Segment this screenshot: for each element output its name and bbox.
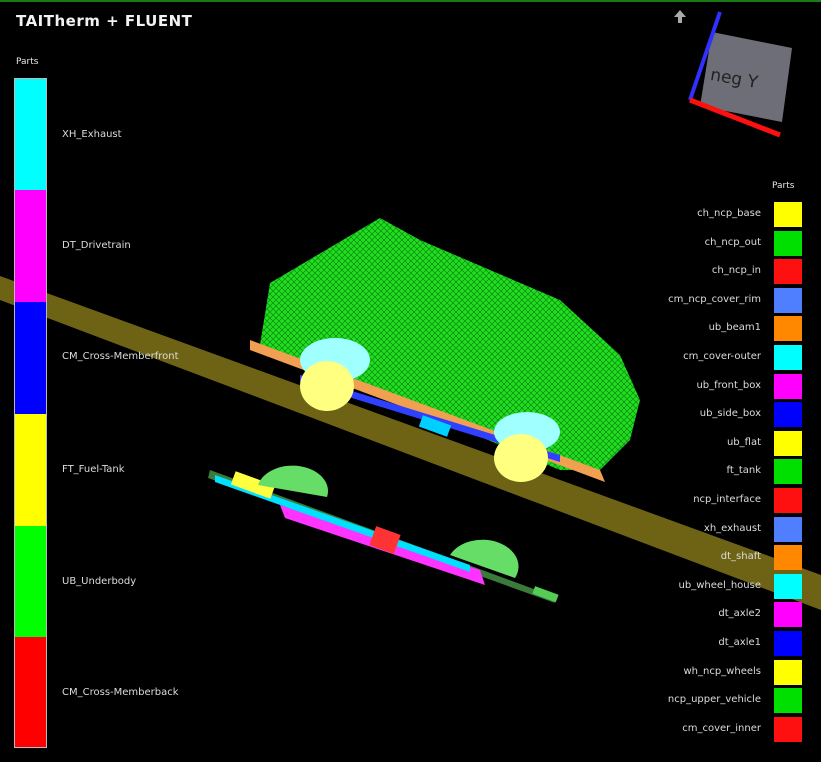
legend-label: ch_ncp_in — [711, 265, 761, 277]
legend-row: ub_side_box — [600, 400, 805, 429]
legend-row: ub_beam1 — [600, 314, 805, 343]
left-legend-title: Parts — [16, 57, 39, 67]
legend-row: ch_ncp_base — [600, 200, 805, 229]
legend-label: ub_flat — [726, 436, 761, 448]
legend-label: dt_shaft — [720, 551, 761, 563]
legend-swatch — [774, 202, 802, 227]
legend-swatch — [774, 287, 802, 313]
legend-swatch — [774, 430, 802, 456]
legend-label: ncp_upper_vehicle — [667, 694, 761, 706]
legend-label: cm_cover-outer — [683, 351, 761, 362]
legend-label: wh_ncp_wheels — [683, 665, 761, 677]
legend-label: ub_front_box — [696, 379, 761, 391]
legend-swatch — [774, 345, 802, 370]
legend-label: xh_exhaust — [703, 522, 761, 534]
legend-swatch — [774, 573, 802, 599]
legend-label: CM_Cross-Memberback — [62, 687, 179, 698]
legend-row: ub_front_box — [600, 372, 805, 401]
legend-swatch — [15, 190, 46, 302]
legend-row: cm_cover_inner — [600, 715, 805, 744]
legend-swatch — [774, 402, 802, 428]
legend-label: UB_Underbody — [62, 576, 137, 587]
legend-row: ch_ncp_in — [600, 257, 805, 286]
legend-label: cm_cover_inner — [682, 722, 761, 734]
legend-label: ncp_interface — [693, 494, 761, 505]
legend-swatch — [15, 526, 46, 637]
legend-label: CM_Cross-Memberfront — [62, 351, 179, 362]
wheel-rear — [494, 434, 548, 482]
home-icon — [674, 10, 686, 23]
legend-swatch — [774, 631, 802, 656]
legend-row: ub_wheel_house — [600, 572, 805, 601]
legend-swatch — [774, 516, 802, 542]
legend-label: cm_ncp_cover_rim — [668, 293, 761, 305]
legend-swatch — [774, 602, 802, 628]
legend-label: ub_side_box — [699, 408, 761, 420]
legend-swatch — [15, 414, 46, 526]
legend-swatch — [774, 459, 802, 485]
legend-label: ub_beam1 — [708, 322, 761, 334]
legend-row: xh_exhaust — [600, 515, 805, 544]
legend-row: dt_shaft — [600, 543, 805, 572]
legend-swatch — [15, 79, 46, 190]
legend-swatch — [15, 637, 46, 747]
legend-row: dt_axle1 — [600, 629, 805, 658]
right-legend-title: Parts — [772, 181, 795, 191]
legend-row: ncp_upper_vehicle — [600, 686, 805, 715]
right-legend: ch_ncp_base ch_ncp_out ch_ncp_in cm_ncp_cov… — [600, 200, 805, 752]
legend-row: ch_ncp_out — [600, 229, 805, 258]
legend-label: dt_axle2 — [718, 608, 761, 620]
legend-row: cm_ncp_cover_rim — [600, 286, 805, 315]
legend-swatch — [774, 230, 802, 256]
legend-swatch — [774, 716, 802, 742]
legend-row: wh_ncp_wheels — [600, 658, 805, 687]
legend-row: ft_tank — [600, 457, 805, 486]
legend-label: ch_ncp_base — [697, 208, 761, 219]
legend-label: DT_Drivetrain — [62, 240, 131, 251]
legend-swatch — [774, 316, 802, 342]
legend-swatch — [774, 659, 802, 685]
left-legend-bar — [14, 78, 47, 748]
legend-label: ub_wheel_house — [678, 579, 761, 591]
exhaust-tail — [532, 586, 559, 603]
legend-row: ncp_interface — [600, 486, 805, 515]
left-legend: XH_Exhaust DT_Drivetrain CM_Cross-Member… — [14, 78, 414, 748]
orientation-cube[interactable]: neg Y — [660, 0, 810, 150]
legend-row: ub_flat — [600, 429, 805, 458]
legend-swatch — [774, 259, 802, 285]
legend-swatch — [774, 373, 802, 399]
legend-label: dt_axle1 — [718, 637, 761, 648]
legend-label: ch_ncp_out — [704, 236, 761, 248]
legend-swatch — [774, 688, 802, 714]
legend-swatch — [15, 302, 46, 414]
legend-row: dt_axle2 — [600, 600, 805, 629]
legend-label: FT_Fuel-Tank — [62, 464, 125, 475]
legend-swatch — [774, 545, 802, 571]
legend-row: cm_cover-outer — [600, 343, 805, 372]
legend-label: ft_tank — [726, 465, 761, 477]
legend-label: XH_Exhaust — [62, 129, 122, 140]
legend-swatch — [774, 488, 802, 513]
